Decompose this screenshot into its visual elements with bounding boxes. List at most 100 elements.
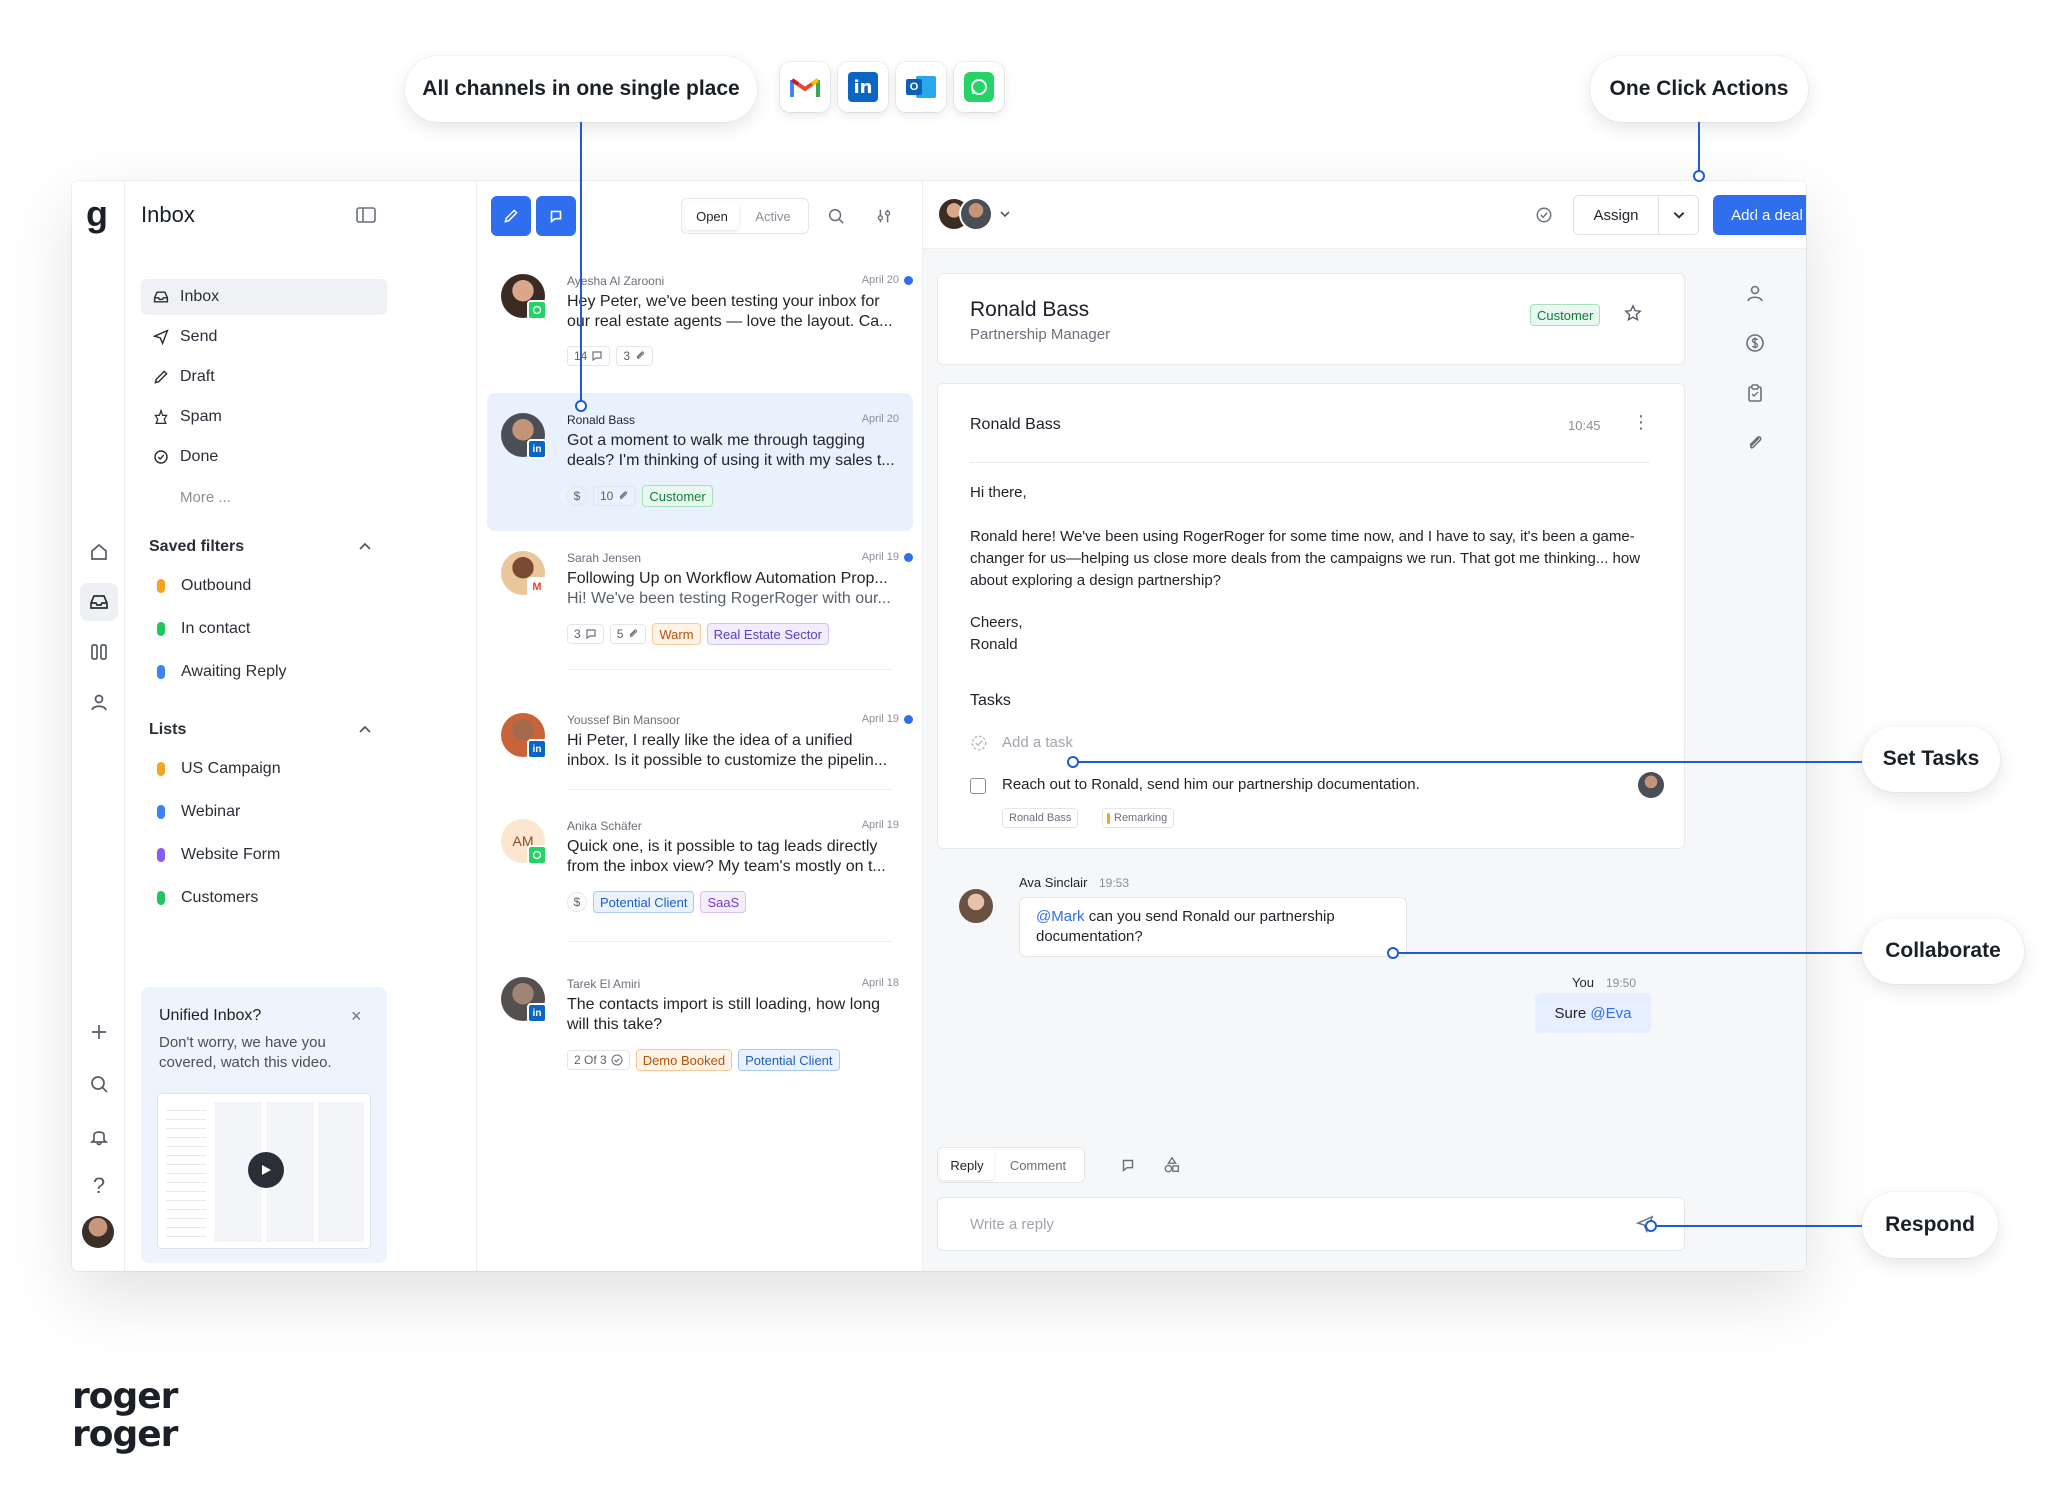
chat-icon[interactable]	[1119, 1156, 1137, 1179]
shapes-icon[interactable]	[1163, 1156, 1181, 1179]
compose-button[interactable]	[491, 196, 531, 236]
tab-open[interactable]: Open	[685, 202, 739, 230]
tag-warm: Warm	[652, 623, 701, 645]
connector-line	[1654, 1225, 1862, 1227]
nav-send[interactable]: Send	[141, 319, 387, 355]
unread-dot	[904, 276, 913, 285]
nav-inbox[interactable]: Inbox	[141, 279, 387, 315]
whatsapp-icon	[527, 300, 547, 320]
reply-input[interactable]: Write a reply	[937, 1197, 1685, 1251]
conversation-item[interactable]: in Tarek El Amiri April 18 The contacts …	[487, 977, 913, 1087]
email-body: Ronald here! We've been using RogerRoger…	[970, 528, 1641, 589]
linkedin-icon: in	[838, 62, 888, 112]
filter-outbound[interactable]: Outbound	[141, 568, 387, 604]
task-checkbox[interactable]	[970, 778, 986, 794]
list-website-form[interactable]: Website Form	[141, 837, 387, 873]
contact-tag: Customer	[1530, 304, 1601, 326]
nav-spam[interactable]: Spam	[141, 399, 387, 435]
conversation-detail: Assign Add a deal ⋮ Ronald Bass Partners…	[923, 181, 1806, 1271]
paperclip-icon[interactable]	[1743, 431, 1767, 455]
connector-line	[1698, 122, 1700, 170]
assign-button[interactable]: Assign	[1573, 195, 1699, 235]
email-card: Ronald Bass 10:45 ⋮ Hi there, Ronald her…	[937, 383, 1685, 849]
person-icon[interactable]	[1743, 281, 1767, 305]
conversation-item[interactable]: M Sarah Jensen April 19 Following Up on …	[487, 551, 913, 661]
check-circle-icon[interactable]	[1535, 206, 1553, 229]
dollar-icon: $	[567, 486, 587, 506]
search-rail-icon[interactable]	[86, 1071, 112, 1097]
clipboard-icon[interactable]	[1743, 381, 1767, 405]
tab-active[interactable]: Active	[742, 202, 804, 230]
tag-customer: Customer	[642, 485, 713, 507]
pencil-icon	[154, 370, 168, 384]
contact-card: Ronald Bass Partnership Manager Customer	[937, 273, 1685, 365]
search-icon[interactable]	[827, 207, 845, 230]
icon-rail: g ?	[72, 181, 125, 1271]
user-avatar[interactable]	[82, 1216, 114, 1248]
nav-draft[interactable]: Draft	[141, 359, 387, 395]
plus-icon[interactable]	[86, 1019, 112, 1045]
more-options-icon[interactable]: ⋮	[1632, 412, 1650, 433]
unified-inbox-promo: Unified Inbox? × Don't worry, we have yo…	[141, 987, 387, 1263]
filter-in-contact[interactable]: In contact	[141, 611, 387, 647]
chat-button[interactable]	[536, 196, 576, 236]
home-icon[interactable]	[86, 539, 112, 565]
user-icon[interactable]	[86, 689, 112, 715]
outlook-icon: O	[896, 62, 946, 112]
comment-count: 14	[567, 346, 611, 366]
dollar-icon[interactable]	[1743, 331, 1767, 355]
more-options-icon[interactable]: ⋮	[1745, 203, 1765, 223]
chevron-up-icon[interactable]	[357, 539, 373, 560]
play-icon[interactable]	[248, 1152, 284, 1188]
collapse-sidebar-icon[interactable]	[355, 205, 377, 230]
list-customers[interactable]: Customers	[141, 880, 387, 916]
conversation-item[interactable]: in Youssef Bin Mansoor April 19 Hi Peter…	[487, 713, 913, 793]
filter-icon[interactable]	[875, 207, 893, 230]
star-icon[interactable]	[1624, 304, 1642, 327]
conversation-item[interactable]: in Ronald Bass April 20 Got a moment to …	[487, 413, 913, 513]
list-us-campaign[interactable]: US Campaign	[141, 751, 387, 787]
callout-respond: Respond	[1862, 1192, 1998, 1258]
callout-one-click-actions: One Click Actions	[1590, 56, 1808, 122]
chevron-up-icon[interactable]	[357, 722, 373, 743]
task-text: Reach out to Ronald, send him our partne…	[1002, 776, 1420, 793]
comment-count: 3	[567, 624, 604, 644]
attachment-count: 10	[593, 486, 637, 506]
inbox-rail-icon[interactable]	[86, 589, 112, 615]
connector-dot	[1693, 170, 1705, 182]
whatsapp-icon	[954, 62, 1004, 112]
more-link[interactable]: More ...	[180, 489, 231, 506]
comment-author: Ava Sinclair	[1019, 875, 1088, 890]
reply-time: 19:50	[1606, 976, 1637, 990]
send-icon	[153, 329, 169, 345]
promo-title: Unified Inbox?	[159, 1007, 262, 1024]
tasks-heading: Tasks	[970, 692, 1011, 709]
attachment-count: 3	[616, 346, 654, 366]
connector-dot	[1645, 1220, 1657, 1232]
mention: @Eva	[1590, 1004, 1632, 1022]
tab-reply[interactable]: Reply	[940, 1150, 994, 1180]
list-webinar[interactable]: Webinar	[141, 794, 387, 830]
check-circle-icon	[154, 450, 168, 464]
conversation-item[interactable]: AM Anika Schäfer April 19 Quick one, is …	[487, 819, 913, 929]
close-icon[interactable]: ×	[351, 1007, 362, 1025]
email-signature: Ronald	[970, 636, 1018, 653]
add-task-input[interactable]: Add a task	[1002, 734, 1073, 751]
tab-comment[interactable]: Comment	[998, 1150, 1078, 1180]
bell-icon[interactable]	[86, 1123, 112, 1149]
video-thumbnail[interactable]	[157, 1093, 371, 1249]
conversation-list: Open Active Ayesha Al Zarooni April 20 H…	[477, 181, 923, 1271]
reply-bubble: Sure @Eva	[1535, 993, 1651, 1033]
whatsapp-icon	[527, 845, 547, 865]
sidebar: Inbox Inbox Send Draft Spam Done More ..…	[125, 181, 477, 1271]
contact-role: Partnership Manager	[970, 326, 1111, 343]
chevron-down-icon[interactable]	[999, 207, 1011, 225]
mention: @Mark	[1036, 908, 1085, 925]
conversation-item[interactable]: Ayesha Al Zarooni April 20 Hey Peter, we…	[487, 274, 913, 384]
connector-dot	[575, 400, 587, 412]
columns-icon[interactable]	[86, 639, 112, 665]
gmail-icon	[780, 62, 830, 112]
filter-awaiting-reply[interactable]: Awaiting Reply	[141, 654, 387, 690]
nav-done[interactable]: Done	[141, 439, 387, 475]
help-icon[interactable]: ?	[86, 1173, 112, 1199]
